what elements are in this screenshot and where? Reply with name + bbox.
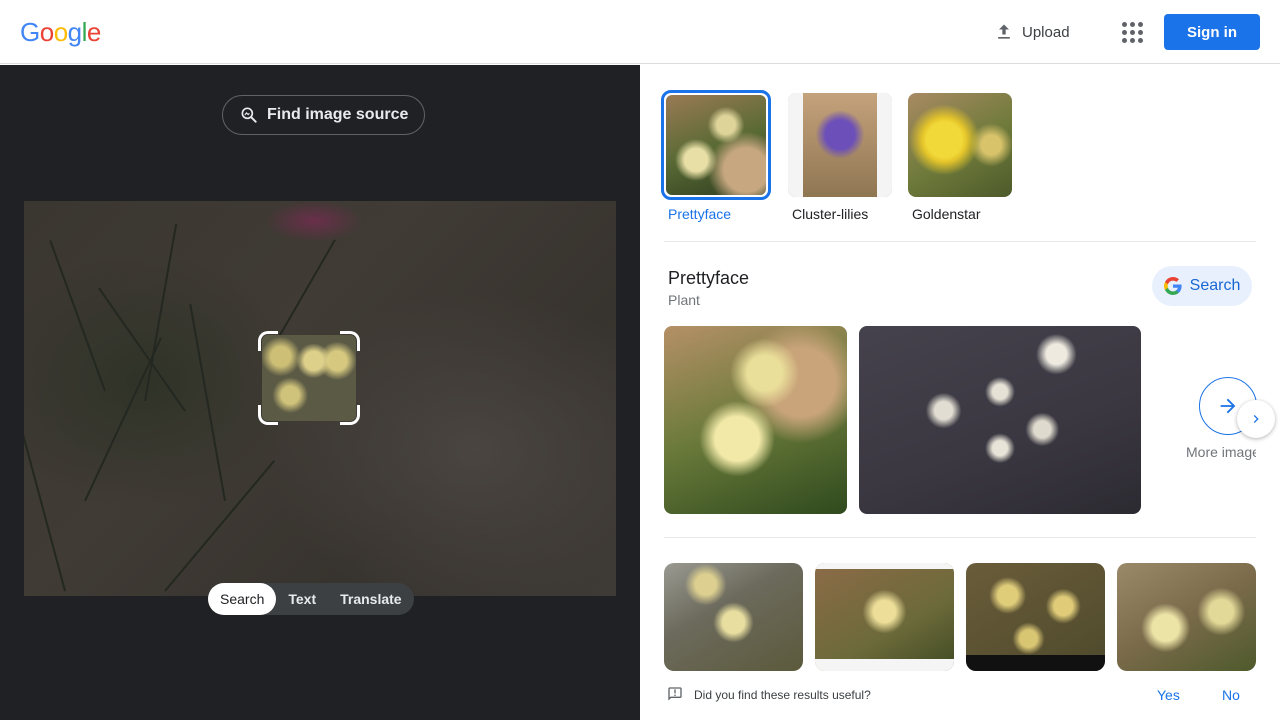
- feedback-icon: [668, 687, 682, 701]
- google-search-button[interactable]: Search: [1152, 266, 1252, 306]
- google-logo[interactable]: Google: [20, 17, 101, 48]
- crop-handle-top-right[interactable]: [340, 331, 360, 351]
- feedback-question: Did you find these results useful?: [694, 688, 871, 702]
- google-g-icon: [1163, 277, 1182, 295]
- tab-translate[interactable]: Translate: [328, 583, 413, 615]
- tab-text[interactable]: Text: [276, 583, 328, 615]
- feedback-no-button[interactable]: No: [1222, 687, 1240, 703]
- top-bar: Google Upload Sign in: [0, 0, 1280, 64]
- entity-image-2[interactable]: [859, 326, 1141, 514]
- section-divider: [664, 241, 1256, 242]
- logo-letter-o1: o: [39, 17, 54, 47]
- suggestion-thumbnail: [788, 93, 892, 197]
- mode-switcher: Search Text Translate: [208, 583, 414, 615]
- image-preview-panel: Find image source Search Text Translate: [0, 65, 640, 720]
- crop-handle-top-left[interactable]: [258, 331, 278, 351]
- crop-selection[interactable]: [258, 331, 360, 425]
- logo-letter-o2: o: [53, 17, 68, 47]
- visual-match-1[interactable]: [664, 563, 803, 671]
- logo-letter-g2: g: [67, 17, 82, 47]
- image-search-icon: [241, 107, 257, 123]
- apps-grid-icon[interactable]: [1116, 16, 1148, 48]
- visual-match-2[interactable]: [815, 563, 954, 671]
- carousel-next-button[interactable]: [1237, 400, 1275, 438]
- suggestion-thumbnail: [661, 90, 771, 200]
- more-images-label: More images: [1186, 444, 1256, 460]
- arrow-right-icon: [1220, 398, 1236, 414]
- sign-in-button[interactable]: Sign in: [1164, 14, 1260, 50]
- suggestion-goldenstar[interactable]: Goldenstar: [908, 93, 1012, 222]
- upload-label: Upload: [1022, 23, 1070, 41]
- crop-handle-bottom-left[interactable]: [258, 405, 278, 425]
- logo-letter-e: e: [86, 17, 101, 47]
- google-search-label: Search: [1189, 277, 1241, 294]
- upload-icon: [998, 24, 1010, 39]
- suggestion-thumbnail: [908, 93, 1012, 197]
- find-image-source-button[interactable]: Find image source: [222, 95, 426, 135]
- suggestion-cluster-lilies[interactable]: Cluster-lilies: [788, 93, 892, 222]
- logo-letter-g: G: [20, 17, 40, 47]
- suggestion-label: Goldenstar: [912, 206, 981, 222]
- suggestion-prettyface[interactable]: Prettyface: [661, 90, 771, 222]
- results-panel: Prettyface Cluster-lilies Goldenstar Pre…: [640, 65, 1280, 720]
- entity-image-1[interactable]: [664, 326, 847, 514]
- feedback-yes-button[interactable]: Yes: [1157, 687, 1180, 703]
- tab-search[interactable]: Search: [208, 583, 277, 615]
- suggestion-label: Cluster-lilies: [792, 206, 869, 222]
- feedback-bar: Did you find these results useful? Yes N…: [640, 671, 1280, 720]
- section-divider: [664, 537, 1256, 538]
- visual-match-3[interactable]: [966, 563, 1105, 671]
- suggestion-label: Prettyface: [668, 206, 732, 222]
- find-image-source-label: Find image source: [267, 106, 409, 123]
- chevron-right-icon: [1253, 415, 1259, 423]
- entity-subtitle: Plant: [668, 292, 700, 308]
- crop-handle-bottom-right[interactable]: [340, 405, 360, 425]
- upload-button[interactable]: Upload: [984, 14, 1080, 50]
- visual-match-4[interactable]: [1117, 563, 1256, 671]
- entity-title: Prettyface: [668, 268, 750, 288]
